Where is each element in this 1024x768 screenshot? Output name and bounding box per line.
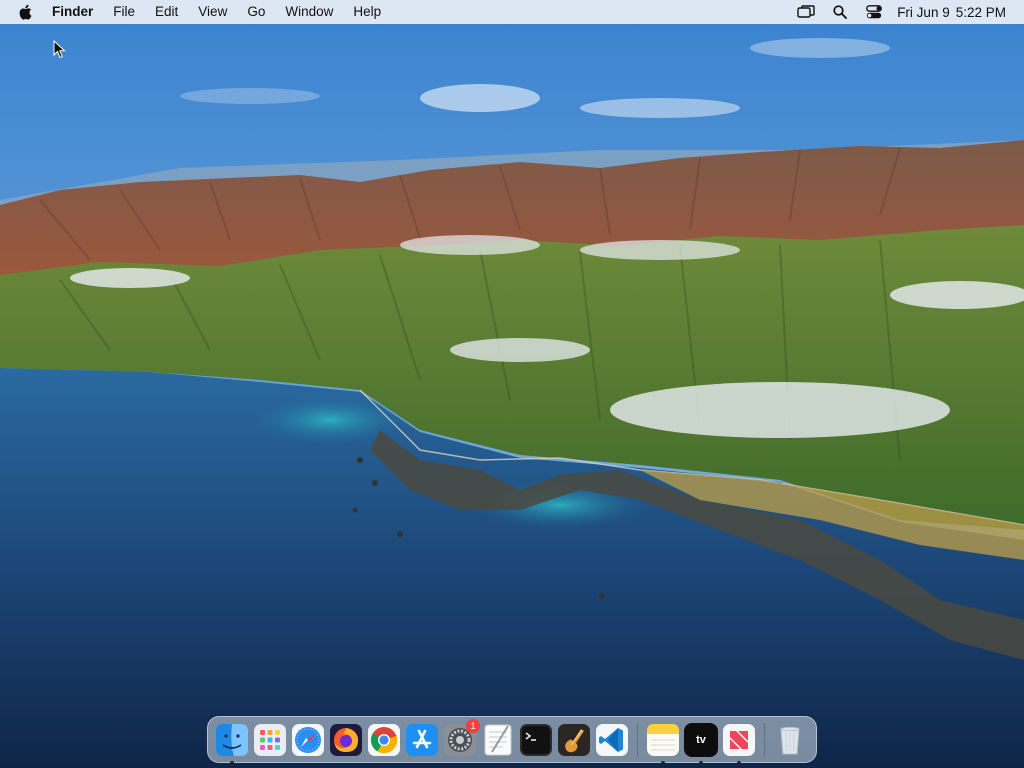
app-store-icon[interactable] xyxy=(405,723,439,757)
tv-label: tv xyxy=(696,733,706,746)
spotlight-search-icon[interactable] xyxy=(823,0,857,24)
menu-bar-left: Finder File Edit View Go Window Help xyxy=(0,0,391,24)
running-indicator xyxy=(699,760,703,765)
firefox-icon[interactable] xyxy=(329,723,363,757)
menu-window[interactable]: Window xyxy=(275,0,343,24)
menu-file[interactable]: File xyxy=(103,0,145,24)
menu-help[interactable]: Help xyxy=(343,0,391,24)
menu-bar-right: Fri Jun 9 5:22 PM xyxy=(789,0,1024,24)
running-indicator xyxy=(661,760,665,765)
menu-go[interactable]: Go xyxy=(237,0,275,24)
trash-icon[interactable] xyxy=(773,723,807,757)
terminal-icon[interactable] xyxy=(519,723,553,757)
clock-date: Fri Jun 9 xyxy=(897,4,950,20)
desktop-wallpaper xyxy=(0,0,1024,768)
apple-menu-icon[interactable] xyxy=(16,0,36,24)
launchpad-icon[interactable] xyxy=(253,723,287,757)
screen-mirroring-icon[interactable] xyxy=(789,0,823,24)
running-indicator xyxy=(737,760,741,765)
menu-bar: Finder File Edit View Go Window Help Fri… xyxy=(0,0,1024,24)
app-menu-finder[interactable]: Finder xyxy=(36,0,103,24)
garageband-icon[interactable] xyxy=(557,723,591,757)
running-indicator xyxy=(230,760,234,765)
clock-time: 5:22 PM xyxy=(955,4,1006,20)
vscode-icon[interactable] xyxy=(595,723,629,757)
menu-view[interactable]: View xyxy=(188,0,237,24)
apple-tv-icon[interactable]: tv xyxy=(684,722,718,765)
news-icon[interactable] xyxy=(722,723,756,765)
control-center-icon[interactable] xyxy=(857,0,891,24)
dock-separator xyxy=(764,722,765,757)
finder-icon[interactable] xyxy=(215,723,249,765)
safari-icon[interactable] xyxy=(291,723,325,757)
dock-separator xyxy=(637,722,638,757)
system-preferences-icon[interactable]: 1 xyxy=(443,718,480,757)
chrome-icon[interactable] xyxy=(367,723,401,757)
dock: 1 tv xyxy=(207,716,817,765)
menu-bar-clock[interactable]: Fri Jun 9 5:22 PM xyxy=(891,5,1006,20)
notes-icon[interactable] xyxy=(646,723,680,765)
menu-edit[interactable]: Edit xyxy=(145,0,188,24)
mouse-pointer-icon xyxy=(53,40,66,59)
notification-badge: 1 xyxy=(466,718,480,733)
textedit-icon[interactable] xyxy=(481,723,515,757)
